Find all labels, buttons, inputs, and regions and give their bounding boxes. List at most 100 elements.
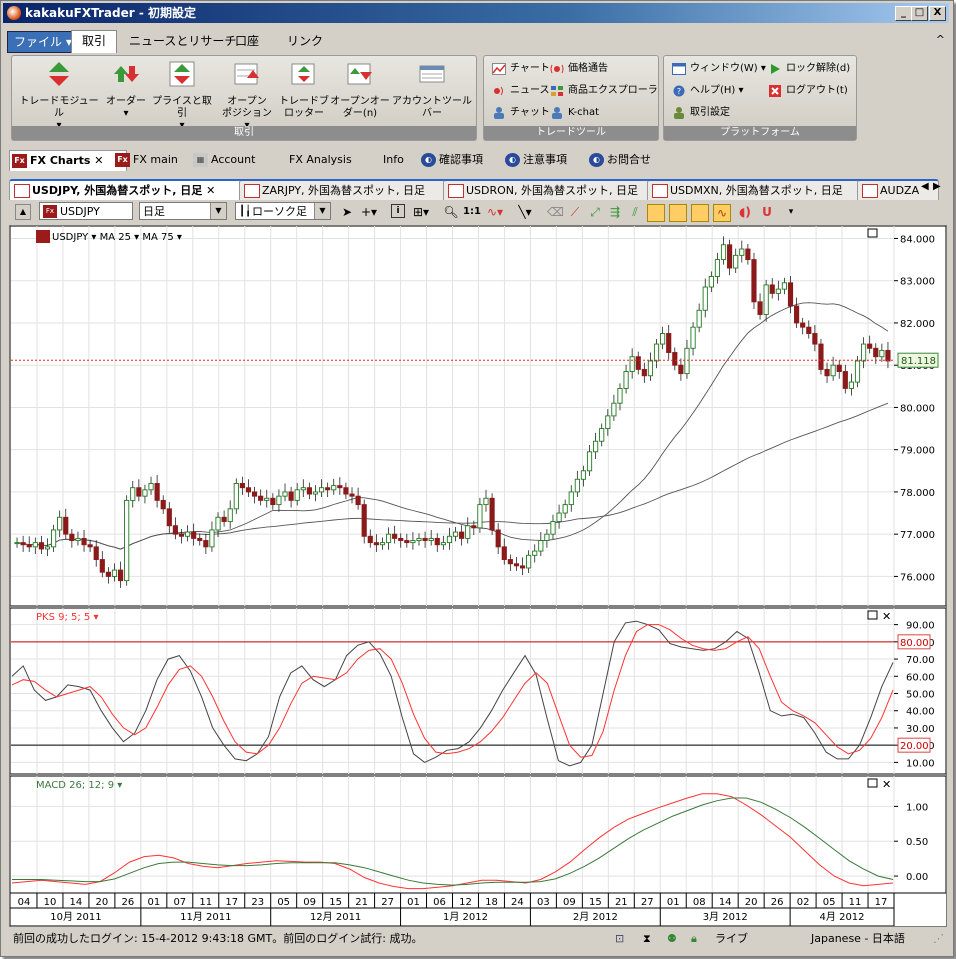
- compare-icon-1[interactable]: [647, 204, 665, 222]
- stochastic-level-label: 20.00: [900, 741, 929, 752]
- day-label: 23: [251, 897, 264, 908]
- unlock-button[interactable]: ロック解除(d): [766, 60, 850, 78]
- doc-tab-contact[interactable]: ◐ お問合せ: [587, 150, 651, 170]
- chart-style-select[interactable]: ┃╽ ローソク足 ▼: [235, 202, 331, 220]
- language-label[interactable]: Japanese - 日本語: [811, 928, 905, 950]
- zoom-reset-icon[interactable]: 1:1: [463, 204, 481, 220]
- tab-scroll-left-icon[interactable]: ◀: [921, 181, 929, 192]
- news-button[interactable]: ニュース: [490, 82, 550, 100]
- zoom-icon[interactable]: 🔍︎: [443, 204, 459, 220]
- day-label: 26: [771, 897, 784, 908]
- doc-tab-notices[interactable]: ◐ 注意事項: [503, 150, 567, 170]
- application-window: kakakuFXTrader - 初期設定 _ □ X ファイル ▾ 取引 ニュ…: [0, 0, 954, 957]
- dropdown-arrow-icon: ▼: [314, 203, 330, 219]
- chart-area[interactable]: 84.00083.00082.00081.00080.00079.00078.0…: [9, 225, 947, 927]
- alert-icon[interactable]: ◖): [737, 204, 753, 220]
- candle-body: [885, 349, 891, 362]
- magnet-icon[interactable]: U: [759, 204, 775, 220]
- toolbar-overflow-icon[interactable]: ▾: [783, 204, 799, 220]
- order-button[interactable]: オーダー ▾: [104, 60, 148, 120]
- chat-button[interactable]: チャット: [490, 104, 550, 122]
- k-chat-button[interactable]: K-chat: [548, 104, 599, 122]
- trade-module-button[interactable]: トレードモジュール▾: [18, 60, 100, 132]
- product-explorer-button[interactable]: 商品エクスプローラ: [548, 82, 658, 100]
- chart-svg[interactable]: 84.00083.00082.00081.00080.00079.00078.0…: [10, 226, 946, 926]
- period-select[interactable]: 日足 ▼: [139, 202, 227, 220]
- ribbon-collapse-icon[interactable]: ^: [936, 33, 945, 46]
- trade-group-label: 取引: [12, 126, 476, 140]
- trend-tool-icon[interactable]: ⟋: [567, 204, 583, 220]
- price-trade-button[interactable]: プライスと取引▾: [150, 60, 214, 132]
- pattern-icon[interactable]: ⫽: [627, 204, 643, 220]
- day-label: 07: [173, 897, 186, 908]
- crosshair-icon[interactable]: +▾: [361, 204, 377, 220]
- close-tab-icon[interactable]: ✕: [94, 154, 103, 167]
- doc-tab-account[interactable]: ▦ Account: [191, 150, 255, 170]
- candle-body: [653, 343, 660, 362]
- symbol-field[interactable]: Fx USDJPY: [39, 202, 133, 220]
- candle-body: [331, 485, 337, 491]
- info-icon[interactable]: i: [391, 204, 405, 218]
- tab-links[interactable]: リンク: [277, 31, 333, 51]
- eraser-icon[interactable]: ⌫: [547, 204, 564, 220]
- compare-icon-3[interactable]: [691, 204, 709, 222]
- collapse-up-icon[interactable]: ▲: [15, 204, 31, 220]
- candle-body: [209, 529, 215, 548]
- price-alert-button[interactable]: 価格通告: [548, 60, 608, 78]
- fibonacci-icon[interactable]: ⤢: [587, 204, 603, 220]
- day-label: 14: [719, 897, 732, 908]
- logout-button[interactable]: ログアウト(t): [766, 82, 848, 100]
- compare-icon-2[interactable]: [669, 204, 687, 222]
- channel-icon[interactable]: ⇶: [607, 204, 623, 220]
- doc-tab-fx-analysis[interactable]: FX Analysis: [269, 150, 352, 170]
- day-label: 01: [667, 897, 680, 908]
- candle-body: [379, 542, 386, 546]
- doc-tab-confirmations[interactable]: ◐ 確認事項: [419, 150, 483, 170]
- current-price-label: 81.118: [901, 356, 936, 367]
- open-position-button[interactable]: オープンポジション ▾: [218, 60, 276, 132]
- candle-body: [836, 364, 842, 372]
- chart-button[interactable]: チャート: [490, 60, 550, 78]
- candle-body: [191, 531, 197, 539]
- doc-tab-fx-charts[interactable]: Fx FX Charts ✕: [9, 150, 127, 171]
- resize-grip-icon[interactable]: ⋰: [933, 928, 944, 950]
- maximize-button[interactable]: □: [911, 6, 928, 21]
- chart-tab-usdjpy[interactable]: USDJPY, 外国為替スポット, 日足 ✕: [9, 179, 259, 200]
- stochastic-axis-label: 90.00: [906, 621, 935, 632]
- candle-body: [294, 489, 300, 501]
- window-menu-button[interactable]: ウィンドウ(W) ▾: [670, 60, 766, 78]
- doc-tab-fx-main[interactable]: Fx FX main: [113, 150, 178, 170]
- tab-trade[interactable]: 取引: [71, 30, 118, 53]
- close-button[interactable]: X: [929, 6, 946, 21]
- file-menu[interactable]: ファイル ▾: [7, 31, 79, 53]
- stochastic-axis-label: 30.00: [906, 724, 935, 735]
- wave-icon[interactable]: ∿: [713, 204, 731, 222]
- candle-body: [178, 533, 185, 537]
- help-menu-button[interactable]: ? ヘルプ(H) ▾: [670, 82, 744, 100]
- window-title: kakakuFXTrader - 初期設定: [25, 6, 196, 20]
- candle-body: [166, 508, 172, 527]
- day-label: 26: [122, 897, 135, 908]
- indicator-icon[interactable]: ∿▾: [487, 204, 503, 220]
- month-label: 1月 2012: [443, 911, 488, 923]
- grid-icon[interactable]: ⊞▾: [413, 204, 429, 220]
- trade-blotter-button[interactable]: トレードブ ロッター: [278, 60, 330, 120]
- chart-tab-zarjpy[interactable]: ZARJPY, 外国為替スポット, 日足: [239, 179, 463, 200]
- doc-tab-info[interactable]: Info: [363, 150, 404, 170]
- price-axis-label: 76.000: [900, 572, 935, 583]
- tab-account[interactable]: 口座: [225, 31, 269, 51]
- candle-body: [842, 371, 848, 389]
- tab-scroll-right-icon[interactable]: ▶: [933, 181, 941, 192]
- chart-tab-usdron[interactable]: USDRON, 外国為替スポット, 日足: [443, 179, 667, 200]
- day-label: 15: [589, 897, 602, 908]
- line-tool-icon[interactable]: ╲▾: [517, 204, 533, 220]
- month-label: 2月 2012: [573, 911, 618, 923]
- trade-settings-button[interactable]: 取引設定: [670, 104, 730, 122]
- open-orders-button[interactable]: オープンオー ダー(n): [330, 60, 390, 120]
- chart-tab-usdmxn[interactable]: USDMXN, 外国為替スポット, 日足: [647, 179, 877, 200]
- day-label: 21: [615, 897, 628, 908]
- candle-body: [239, 483, 245, 489]
- account-toolbar-button[interactable]: アカウントツールバー: [390, 60, 474, 120]
- cursor-icon[interactable]: ➤: [339, 204, 355, 220]
- minimize-button[interactable]: _: [895, 6, 912, 21]
